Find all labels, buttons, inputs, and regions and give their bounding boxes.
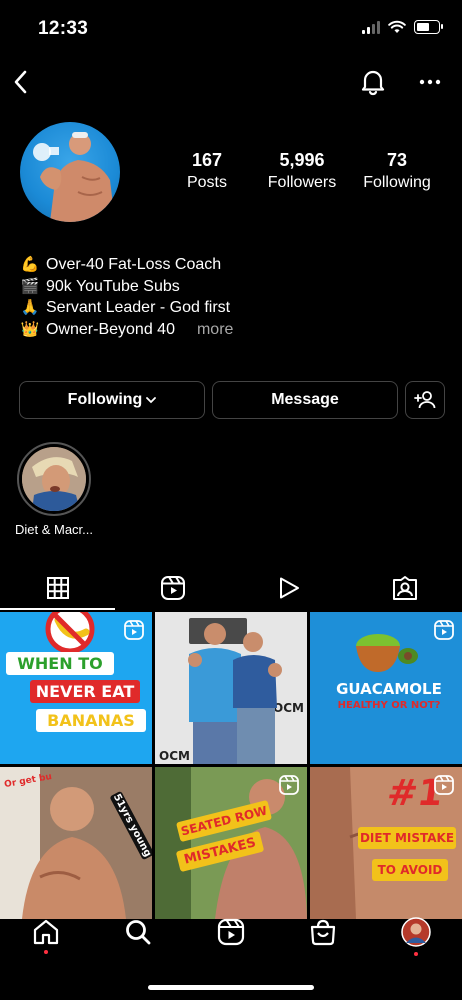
svg-text:OCM: OCM (159, 749, 190, 763)
profile-bio: 💪 Over-40 Fat-Loss Coach 🎬 90k YouTube Sub… (20, 254, 234, 341)
post-caption: DIET MISTAKE (358, 827, 456, 849)
shop-icon (310, 919, 336, 946)
suggested-users-button[interactable] (405, 381, 445, 419)
followers-count: 5,996 (279, 150, 325, 170)
nav-shop[interactable] (277, 900, 369, 964)
cellular-signal-icon (362, 20, 380, 34)
flexed-biceps-icon: 💪 (20, 256, 40, 273)
search-icon (126, 920, 151, 945)
post-caption: TO AVOID (372, 859, 448, 881)
message-button-label: Message (271, 391, 339, 408)
tab-reels[interactable] (115, 565, 230, 611)
post-caption: BANANAS (36, 709, 146, 732)
highlight-label: Diet & Macr... (14, 522, 94, 537)
svg-text:OCM: OCM (273, 701, 304, 715)
nav-search[interactable] (92, 900, 184, 964)
post-thumbnail[interactable]: Or get bu 51yrs young (0, 767, 152, 919)
chevron-down-icon (146, 396, 157, 403)
post-thumbnail[interactable]: OCM OCM (155, 612, 307, 764)
add-person-icon (414, 391, 436, 409)
bio-more-link[interactable]: more (197, 319, 233, 341)
tagged-icon (392, 576, 417, 600)
reel-icon (279, 775, 299, 795)
bio-line: 💪 Over-40 Fat-Loss Coach (20, 254, 233, 276)
following-label: Following (363, 174, 431, 191)
post-caption: HEALTHY OR NOT? (337, 700, 441, 711)
story-highlight[interactable] (17, 442, 91, 516)
wifi-icon (388, 20, 406, 33)
post-photo: OCM OCM (155, 612, 307, 764)
home-icon (33, 919, 59, 945)
bio-line: 🎬 90k YouTube Subs (20, 276, 233, 298)
back-button[interactable] (6, 66, 34, 98)
post-photo (0, 767, 152, 919)
posts-label: Posts (186, 174, 227, 191)
status-icons (362, 20, 443, 34)
reels-icon (160, 576, 185, 600)
crown-icon: 👑 (20, 320, 40, 338)
post-thumbnail[interactable]: #1 DIET MISTAKE TO AVOID (310, 767, 462, 919)
post-thumbnail[interactable]: GUACAMOLE HEALTHY OR NOT? (310, 612, 462, 764)
notification-dot (414, 952, 418, 956)
post-caption: GUACAMOLE (336, 680, 442, 698)
home-indicator (148, 985, 314, 990)
reel-icon (434, 775, 454, 795)
bio-text: Owner-Beyond 40 (46, 320, 175, 338)
following-stat[interactable]: 73 Following (352, 150, 442, 192)
tab-tagged[interactable] (347, 565, 462, 611)
tab-videos[interactable] (231, 565, 346, 611)
bio-line: 🙏 Servant Leader - God first (20, 297, 233, 319)
post-caption: NEVER EAT (30, 680, 140, 703)
bio-text: Over-40 Fat-Loss Coach (46, 256, 222, 273)
notification-dot (44, 950, 48, 954)
status-time: 12:33 (38, 18, 89, 39)
clapperboard-icon: 🎬 (20, 277, 40, 295)
bio-text: 90k YouTube Subs (46, 277, 180, 295)
followers-stat[interactable]: 5,996 Followers (258, 150, 346, 192)
grid-icon (46, 577, 69, 599)
posts-stat[interactable]: 167 Posts (168, 150, 246, 192)
posts-count: 167 (191, 150, 223, 170)
followers-label: Followers (267, 174, 337, 191)
bio-text: Servant Leader - God first (46, 299, 231, 316)
reel-icon (434, 620, 454, 640)
more-horizontal-icon (419, 79, 441, 85)
more-options-button[interactable] (414, 66, 446, 98)
battery-icon (414, 20, 443, 34)
following-button-label: Following (67, 391, 143, 408)
praying-hands-icon: 🙏 (20, 299, 40, 316)
highlight-cover-image (22, 447, 86, 511)
active-tab-indicator (0, 608, 115, 610)
nav-profile[interactable] (370, 900, 462, 964)
chevron-left-icon (14, 70, 27, 94)
nav-home[interactable] (0, 900, 92, 964)
post-thumbnail[interactable]: SEATED ROW MISTAKES (155, 767, 307, 919)
tab-posts-grid[interactable] (0, 565, 115, 611)
post-caption: WHEN TO (6, 652, 114, 675)
reel-icon (124, 620, 144, 640)
profile-avatar[interactable] (20, 122, 120, 222)
following-count: 73 (386, 150, 408, 170)
message-button[interactable]: Message (212, 381, 398, 419)
notifications-button[interactable] (357, 66, 389, 98)
bell-icon (361, 70, 385, 96)
reels-icon (217, 918, 245, 946)
profile-photo (33, 132, 115, 222)
profile-avatar (401, 917, 431, 947)
bio-line: 👑 Owner-Beyond 40 more (20, 319, 234, 341)
following-button[interactable]: Following (19, 381, 205, 419)
nav-reels[interactable] (185, 900, 277, 964)
video-play-icon (279, 577, 299, 599)
post-thumbnail[interactable]: WHEN TO NEVER EAT BANANAS (0, 612, 152, 764)
